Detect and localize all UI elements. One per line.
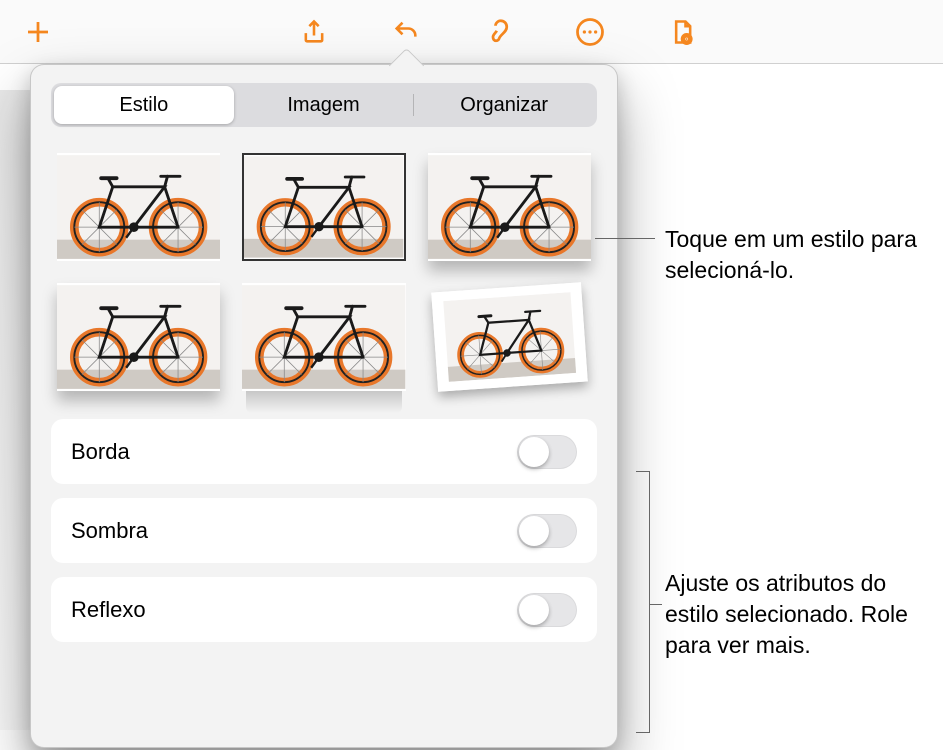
attribute-label: Sombra [71,518,148,544]
bike-icon [441,292,578,382]
tab-style[interactable]: Estilo [54,86,234,124]
attribute-row-shadow: Sombra [51,498,597,563]
bike-icon [57,153,220,261]
style-presets-grid [51,153,597,391]
bike-icon [57,283,220,391]
style-preset-2[interactable] [242,153,405,261]
callout-text: Ajuste os atributos do estilo selecionad… [665,570,908,658]
reflection-toggle[interactable] [517,593,577,627]
style-preset-3[interactable] [428,153,591,261]
shadow-toggle[interactable] [517,514,577,548]
callout-bracket [636,471,650,733]
callout-styles: Toque em um estilo para selecioná-lo. [665,224,943,286]
attribute-row-reflection: Reflexo [51,577,597,642]
format-brush-button[interactable] [476,10,520,54]
attribute-row-border: Borda [51,419,597,484]
style-preset-4[interactable] [57,283,220,391]
tab-arrange[interactable]: Organizar [414,86,594,124]
border-toggle[interactable] [517,435,577,469]
bike-icon [428,153,591,261]
attribute-label: Borda [71,439,130,465]
style-preset-1[interactable] [57,153,220,261]
switch-knob [519,437,549,467]
switch-knob [519,595,549,625]
format-tabs: Estilo Imagem Organizar [51,83,597,127]
share-button[interactable] [292,10,336,54]
callout-attributes: Ajuste os atributos do estilo selecionad… [665,568,943,661]
undo-button[interactable] [384,10,428,54]
more-button[interactable] [568,10,612,54]
format-popover: Estilo Imagem Organizar [30,64,618,748]
style-preset-6[interactable] [431,282,588,392]
bike-icon [242,283,405,391]
callout-text: Toque em um estilo para selecioná-lo. [665,226,917,283]
attribute-label: Reflexo [71,597,146,623]
bike-icon [244,155,403,259]
style-preset-5[interactable] [242,283,405,391]
document-settings-button[interactable] [660,10,704,54]
add-button[interactable] [16,10,60,54]
toolbar [0,0,943,64]
tab-image[interactable]: Imagem [234,86,414,124]
switch-knob [519,516,549,546]
